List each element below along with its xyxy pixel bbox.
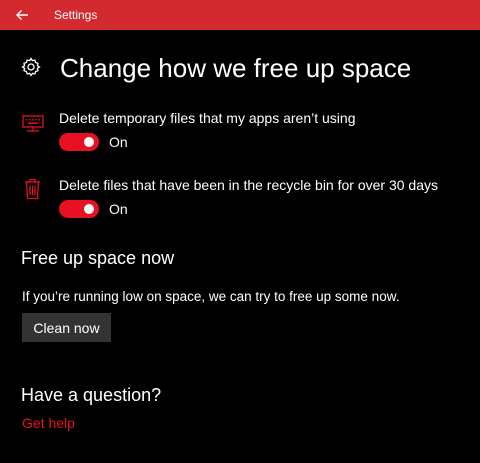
title-bar: Settings bbox=[0, 0, 480, 30]
trash-icon bbox=[25, 178, 40, 200]
recycle-bin-toggle[interactable] bbox=[59, 200, 99, 218]
toggle-knob bbox=[84, 137, 94, 147]
question-section-title: Have a question? bbox=[21, 385, 162, 405]
recycle-bin-toggle-state: On bbox=[109, 201, 128, 217]
clean-now-button[interactable]: Clean now bbox=[22, 313, 111, 342]
page-title: Change how we free up space bbox=[60, 53, 412, 83]
gear-icon bbox=[21, 57, 41, 77]
temp-files-toggle-state: On bbox=[109, 134, 128, 150]
window-title: Settings bbox=[54, 8, 98, 22]
get-help-link[interactable]: Get help bbox=[22, 414, 75, 432]
back-arrow-icon bbox=[16, 10, 28, 20]
toggle-knob bbox=[84, 204, 94, 214]
monitor-icon bbox=[22, 115, 44, 132]
free-up-section-title: Free up space now bbox=[21, 248, 175, 268]
free-up-description: If you’re running low on space, we can t… bbox=[22, 289, 400, 304]
setting-temp-files-label: Delete temporary files that my apps aren… bbox=[59, 110, 356, 126]
setting-recycle-bin-label: Delete files that have been in the recyc… bbox=[59, 177, 438, 193]
back-button[interactable] bbox=[0, 0, 44, 30]
temp-files-toggle[interactable] bbox=[59, 133, 99, 151]
